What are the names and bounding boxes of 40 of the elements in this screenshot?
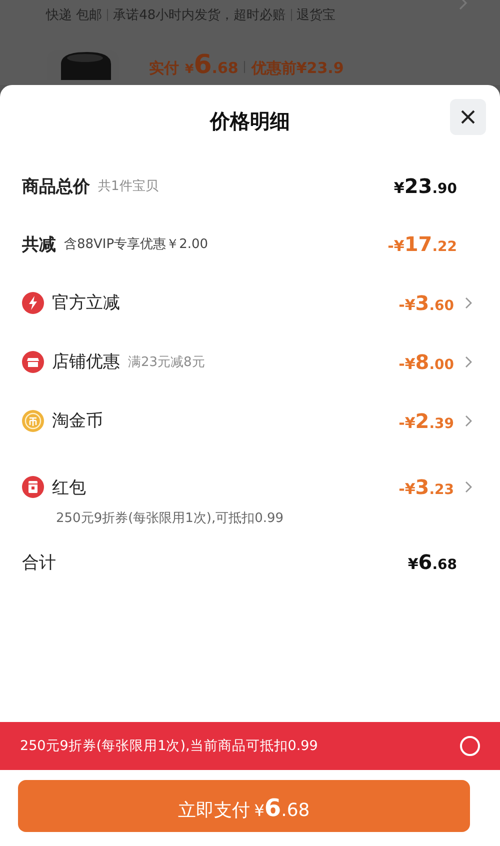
paid-price: ¥6.68 <box>185 50 238 80</box>
chevron-right-icon <box>465 481 472 493</box>
envelope-icon <box>22 476 44 498</box>
total-price: ¥6.68 <box>408 550 457 574</box>
price-value: -¥8.00 <box>398 350 454 374</box>
discount-row[interactable]: 红包 -¥3.23 <box>0 465 500 509</box>
row-note: 共1件宝贝 <box>98 178 158 195</box>
close-icon <box>460 109 476 125</box>
chevron-right-icon <box>465 414 472 426</box>
row-note: 含88VIP专享优惠￥2.00 <box>64 236 208 253</box>
row-label: 官方立减 <box>52 292 120 314</box>
price-value: -¥3.60 <box>398 290 454 314</box>
paid-label: 实付 <box>149 59 179 78</box>
coupon-text: 250元9折券(每张限用1次),当前商品可抵扣0.99 <box>20 737 318 755</box>
discount-row[interactable]: 官方立减 -¥3.60 <box>0 273 500 332</box>
chevron-right-icon <box>465 356 472 368</box>
row-note: 满23元减8元 <box>128 354 205 370</box>
discount-row[interactable]: 店铺优惠 满23元减8元 -¥8.00 <box>0 332 500 391</box>
discount-row[interactable]: 淘金币 -¥2.39 <box>0 391 500 450</box>
price-value: -¥2.39 <box>398 408 454 432</box>
lightning-icon <box>22 292 44 314</box>
chevron-right-icon <box>458 0 468 10</box>
total-label: 合计 <box>22 552 56 574</box>
price-value: -¥3.23 <box>398 475 454 499</box>
price-value: ¥23.90 <box>394 174 457 198</box>
coin-icon <box>22 410 44 432</box>
price-value: -¥17.22 <box>388 232 457 256</box>
row-label: 红包 <box>52 476 86 498</box>
sheet-title: 价格明细 <box>210 108 290 134</box>
shop-icon <box>22 350 44 372</box>
row-label: 店铺优惠 <box>52 351 120 373</box>
row-label: 共减 <box>22 234 56 256</box>
row-label: 淘金币 <box>52 410 103 432</box>
radio-button[interactable] <box>460 736 480 756</box>
coupon-bar[interactable]: 250元9折券(每张限用1次),当前商品可抵扣0.99 <box>0 722 500 770</box>
original-price: 优惠前¥23.9 <box>251 59 344 78</box>
coupon-detail: 250元9折券(每张限用1次),可抵扣0.99 <box>55 510 285 528</box>
chevron-right-icon <box>465 296 472 308</box>
close-button[interactable] <box>450 99 486 135</box>
row-label: 商品总价 <box>22 176 90 198</box>
